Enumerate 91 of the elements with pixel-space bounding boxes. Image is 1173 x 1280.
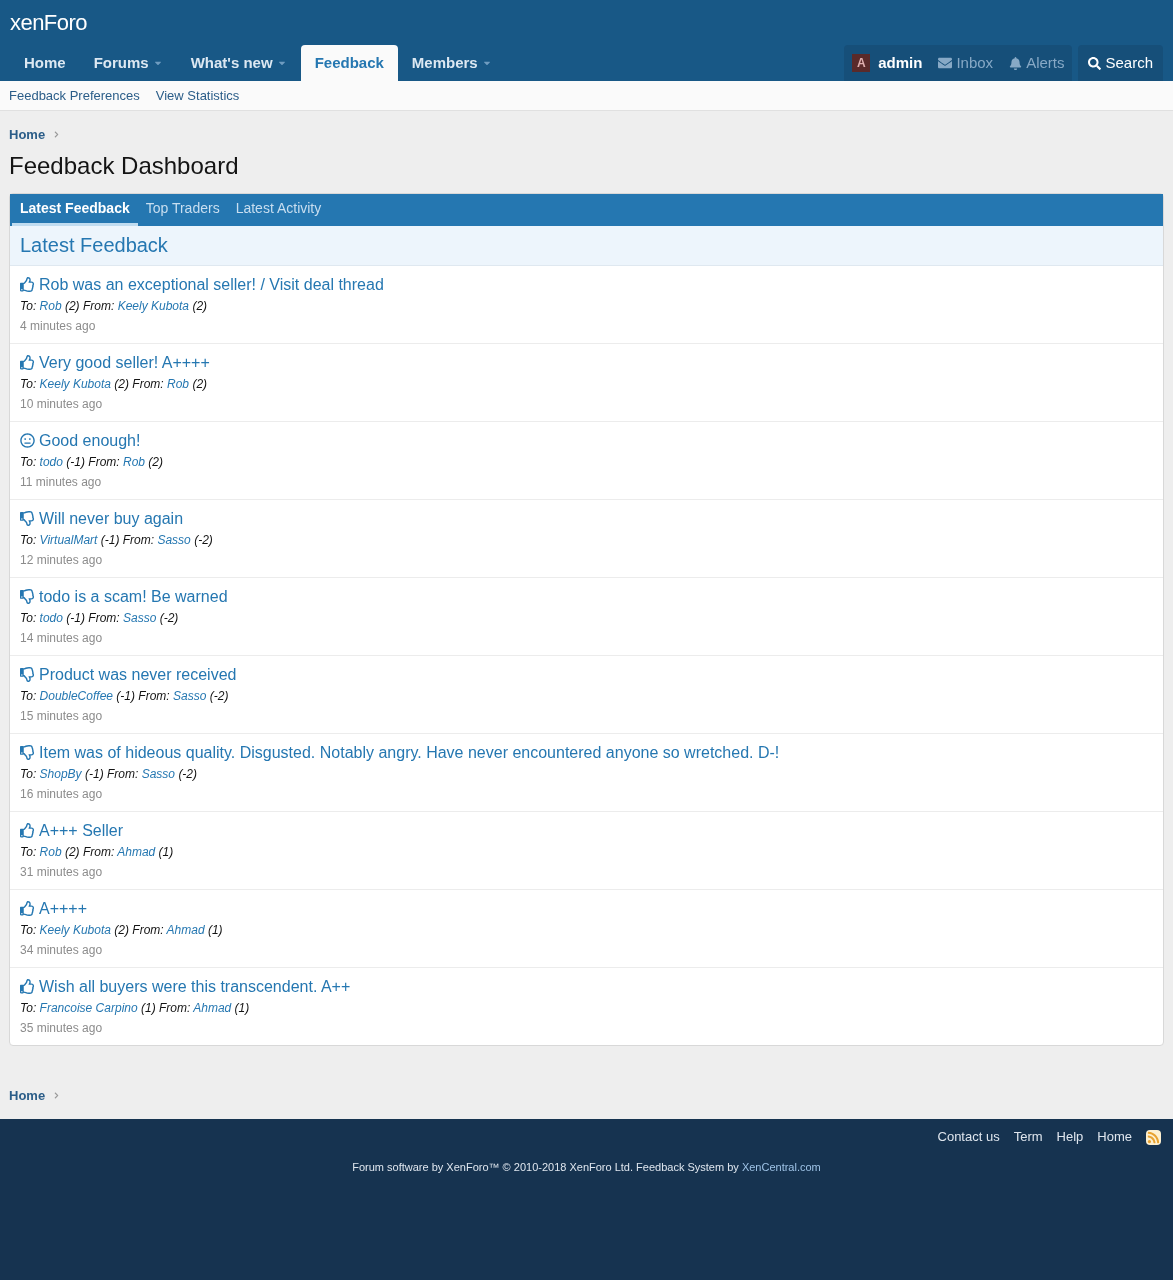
- thumbs-up-icon: [20, 823, 35, 838]
- user-link[interactable]: Keely Kubota: [39, 376, 111, 391]
- thumbs-down-icon: [20, 667, 35, 682]
- feedback-time: 4 minutes ago: [20, 317, 97, 334]
- user-link[interactable]: Ahmad: [193, 1000, 232, 1015]
- thumbs-up-icon: [20, 979, 35, 994]
- alerts-link[interactable]: Alerts: [1009, 51, 1065, 75]
- footer-link[interactable]: Help: [1056, 1127, 1084, 1147]
- user-avatar: A: [852, 54, 871, 72]
- user-link[interactable]: todo: [39, 610, 63, 625]
- search-button[interactable]: Search: [1078, 45, 1163, 81]
- search-icon: [1088, 56, 1102, 70]
- user-link[interactable]: Sasso: [173, 688, 207, 703]
- feedback-time: 15 minutes ago: [20, 707, 104, 724]
- credit-link[interactable]: XenCentral.com: [741, 1161, 821, 1173]
- user-link[interactable]: Sasso: [123, 610, 157, 625]
- feedback-title-link[interactable]: Item was of hideous quality. Disgusted. Notably angry. Have never encountered anyone so wretched. D-!: [39, 742, 780, 763]
- feedback-meta: To: ShopBy (-1) From: Sasso (-2): [20, 765, 199, 782]
- user-link[interactable]: Ahmad: [166, 922, 205, 937]
- user-link[interactable]: VirtualMart: [39, 532, 98, 547]
- feedback-meta: To: todo (-1) From: Rob (2): [20, 453, 165, 470]
- feedback-meta: To: Keely Kubota (2) From: Ahmad (1): [20, 921, 224, 938]
- panel-tab[interactable]: Top Traders: [137, 193, 228, 226]
- footer-link[interactable]: Contact us: [937, 1127, 1000, 1147]
- user-link[interactable]: Sasso: [141, 766, 176, 781]
- user-link[interactable]: Francoise Carpino: [39, 1000, 138, 1015]
- section-heading: Latest Feedback: [20, 233, 168, 258]
- breadcrumb-link[interactable]: Home: [9, 1085, 46, 1105]
- footer-link[interactable]: Term: [1013, 1127, 1043, 1147]
- account-link[interactable]: A admin: [852, 51, 923, 75]
- thumbs-up-icon: [20, 355, 35, 370]
- feedback-meta: To: Keely Kubota (2) From: Rob (2): [20, 375, 209, 392]
- thumbs-up-icon: [20, 277, 35, 292]
- feedback-time: 31 minutes ago: [20, 863, 104, 880]
- feedback-title-link[interactable]: Will never buy again: [39, 508, 184, 529]
- thumbs-up-icon: [20, 901, 35, 916]
- inbox-link[interactable]: Inbox: [938, 51, 994, 75]
- user-link[interactable]: Keely Kubota: [117, 298, 190, 313]
- feedback-title-link[interactable]: Product was never received: [39, 664, 237, 685]
- user-link[interactable]: Rob: [39, 844, 62, 859]
- nav-tab[interactable]: Home: [10, 45, 80, 81]
- user-link[interactable]: ShopBy: [39, 766, 82, 781]
- breadcrumb-link[interactable]: Home: [9, 125, 46, 145]
- subnav-link[interactable]: Feedback Preferences: [9, 85, 140, 106]
- page-title: Feedback Dashboard: [9, 150, 240, 181]
- nav-tab[interactable]: Members: [397, 45, 506, 81]
- thumbs-down-icon: [20, 511, 35, 526]
- envelope-icon: [938, 56, 953, 70]
- user-link[interactable]: todo: [39, 454, 63, 469]
- nav-tab[interactable]: What's new: [176, 45, 301, 81]
- user-link[interactable]: Ahmad: [117, 844, 156, 859]
- user-link[interactable]: Sasso: [157, 532, 191, 547]
- panel-tab[interactable]: Latest Activity: [227, 193, 330, 226]
- feedback-meta: To: Francoise Carpino (1) From: Ahmad (1): [20, 999, 251, 1016]
- copyright-text: Forum software by XenForo™ © 2010-2018 XenForo Ltd. Feedback System by XenCentral.com: [351, 1160, 822, 1175]
- feedback-title-link[interactable]: A++++: [39, 898, 88, 919]
- feedback-time: 12 minutes ago: [20, 551, 104, 568]
- feedback-title-link[interactable]: Rob was an exceptional seller! / Visit deal thread: [39, 274, 384, 295]
- feedback-meta: To: todo (-1) From: Sasso (-2): [20, 609, 180, 626]
- feedback-title-link[interactable]: Very good seller! A++++: [39, 352, 210, 373]
- neutral-face-icon: [20, 433, 35, 448]
- feedback-time: 34 minutes ago: [20, 941, 104, 958]
- bell-icon: [1009, 56, 1023, 70]
- user-link[interactable]: Rob: [167, 376, 190, 391]
- feedback-time: 11 minutes ago: [20, 473, 103, 490]
- feedback-time: 35 minutes ago: [20, 1019, 104, 1036]
- subnav-link[interactable]: View Statistics: [155, 85, 240, 106]
- feedback-time: 14 minutes ago: [20, 629, 104, 646]
- nav-tab[interactable]: Forums: [79, 45, 177, 81]
- feedback-title-link[interactable]: A+++ Seller: [39, 820, 124, 841]
- nav-tab[interactable]: Feedback: [300, 45, 398, 81]
- feedback-meta: To: Rob (2) From: Ahmad (1): [20, 843, 175, 860]
- feedback-meta: To: Rob (2) From: Keely Kubota (2): [20, 297, 209, 314]
- site-logo[interactable]: xenForo: [10, 6, 87, 39]
- user-link[interactable]: Keely Kubota: [39, 922, 111, 937]
- feedback-title-link[interactable]: todo is a scam! Be warned: [39, 586, 228, 607]
- chevron-right-icon: [53, 131, 61, 139]
- user-link[interactable]: DoubleCoffee: [39, 688, 113, 703]
- chevron-right-icon: [53, 1091, 61, 1099]
- feedback-title-link[interactable]: Wish all buyers were this transcendent. A++: [39, 976, 351, 997]
- thumbs-down-icon: [20, 589, 35, 604]
- feedback-meta: To: DoubleCoffee (-1) From: Sasso (-2): [20, 687, 230, 704]
- feedback-time: 16 minutes ago: [20, 785, 104, 802]
- user-link[interactable]: Rob: [39, 298, 62, 313]
- user-link[interactable]: Rob: [123, 454, 145, 469]
- feedback-title-link[interactable]: Good enough!: [39, 430, 141, 451]
- rss-icon[interactable]: [1146, 1129, 1161, 1145]
- footer-link[interactable]: Home: [1097, 1127, 1132, 1147]
- feedback-time: 10 minutes ago: [20, 395, 104, 412]
- feedback-meta: To: VirtualMart (-1) From: Sasso (-2): [20, 531, 214, 548]
- thumbs-down-icon: [20, 745, 35, 760]
